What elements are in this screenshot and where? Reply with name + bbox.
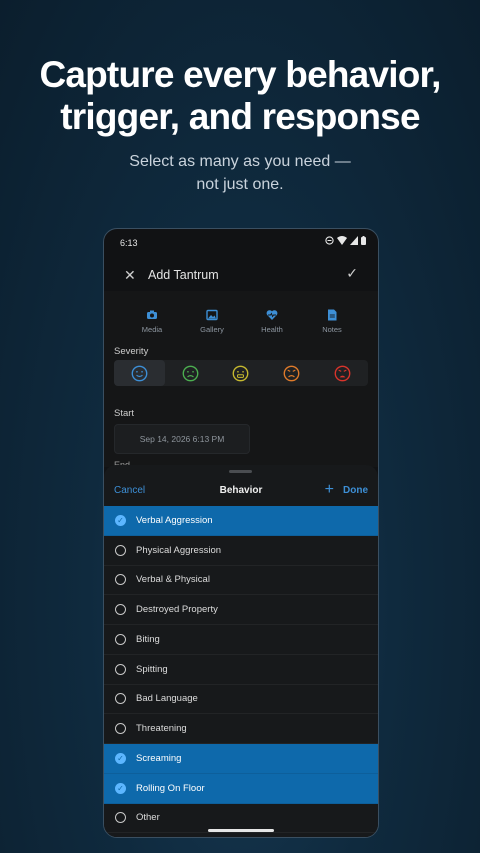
- radio-empty-icon: [115, 663, 126, 675]
- tab-notes[interactable]: Notes: [302, 309, 362, 334]
- behavior-list: ✓ Verbal Aggression Physical Aggression Ver…: [104, 506, 378, 834]
- severity-option-5[interactable]: [317, 360, 368, 386]
- smile-face-icon: [131, 365, 148, 381]
- close-icon[interactable]: ✕: [124, 267, 136, 284]
- behavior-option-label: Verbal & Physical: [136, 574, 210, 586]
- furious-face-icon: [334, 365, 351, 381]
- sheet-drag-handle[interactable]: [229, 470, 252, 473]
- tab-media[interactable]: Media: [122, 309, 182, 334]
- behavior-option-label: Rolling On Floor: [136, 782, 205, 794]
- tab-health-label: Health: [261, 325, 283, 334]
- severity-selector: [114, 360, 368, 386]
- start-label: Start: [114, 408, 135, 419]
- cancel-button[interactable]: Cancel: [114, 485, 145, 496]
- behavior-option-label: Other: [136, 812, 160, 824]
- promo-headline-line2: trigger, and response: [60, 96, 420, 137]
- promo-headline-line1: Capture every behavior,: [39, 54, 441, 95]
- severity-label: Severity: [114, 346, 149, 357]
- behavior-option[interactable]: Spitting: [104, 655, 378, 685]
- frown-face-icon: [182, 365, 199, 381]
- signal-icon: [350, 236, 358, 245]
- radio-empty-icon: [115, 812, 126, 824]
- save-check-icon[interactable]: ✓: [346, 265, 358, 282]
- tab-notes-label: Notes: [322, 325, 342, 334]
- behavior-option-label: Threatening: [136, 723, 187, 735]
- status-icons: [325, 236, 366, 245]
- wifi-icon: [337, 236, 347, 245]
- behavior-option-label: Spitting: [136, 663, 168, 675]
- behavior-option[interactable]: ✓ Screaming: [104, 744, 378, 774]
- behavior-option-label: Destroyed Property: [136, 604, 218, 616]
- grimace-face-icon: [233, 365, 249, 381]
- start-datetime-field[interactable]: Sep 14, 2026 6:13 PM: [114, 424, 250, 454]
- tab-health[interactable]: Health: [242, 309, 302, 334]
- camera-icon: [147, 310, 157, 319]
- status-time: 6:13: [120, 238, 138, 248]
- angry-face-icon: [283, 365, 300, 381]
- tab-gallery[interactable]: Gallery: [182, 309, 242, 334]
- behavior-bottom-sheet: Behavior Cancel + Done ✓ Verbal Aggressio…: [104, 465, 378, 837]
- severity-option-4[interactable]: [266, 360, 317, 386]
- notes-icon: [328, 309, 337, 321]
- tab-gallery-label: Gallery: [200, 325, 224, 334]
- radio-empty-icon: [115, 633, 126, 645]
- behavior-option[interactable]: Biting: [104, 625, 378, 655]
- behavior-option-label: Bad Language: [136, 693, 198, 705]
- attachment-tabs: Media Gallery Health Notes: [122, 309, 362, 334]
- behavior-option-label: Biting: [136, 633, 160, 645]
- gallery-icon: [206, 309, 218, 321]
- severity-option-1[interactable]: [114, 360, 165, 386]
- promo-sub-line1: Select as many as you need —: [129, 153, 351, 170]
- sheet-header: Behavior Cancel + Done: [104, 481, 378, 505]
- severity-option-2[interactable]: [165, 360, 216, 386]
- tab-media-label: Media: [141, 325, 163, 334]
- checked-circle-icon: ✓: [115, 514, 126, 526]
- status-bar: 6:13: [104, 229, 378, 255]
- checked-circle-icon: ✓: [115, 752, 126, 764]
- behavior-option[interactable]: Destroyed Property: [104, 595, 378, 625]
- behavior-option[interactable]: Verbal & Physical: [104, 566, 378, 596]
- radio-empty-icon: [115, 574, 126, 586]
- radio-empty-icon: [115, 693, 126, 705]
- dnd-icon: [325, 236, 334, 245]
- promo-sub-line2: not just one.: [196, 176, 284, 193]
- phone-frame: 6:13 ✕ Add Tantrum ✓ Media Gallery Healt…: [103, 228, 379, 838]
- app-bar: ✕ Add Tantrum ✓: [104, 259, 378, 291]
- radio-empty-icon: [115, 723, 126, 735]
- behavior-option[interactable]: Bad Language: [104, 685, 378, 715]
- promo-headline: Capture every behavior, trigger, and res…: [0, 54, 480, 138]
- screen-title: Add Tantrum: [148, 268, 219, 282]
- severity-option-3[interactable]: [216, 360, 267, 386]
- radio-empty-icon: [115, 604, 126, 616]
- add-behavior-icon[interactable]: +: [325, 481, 334, 499]
- behavior-option-label: Physical Aggression: [136, 544, 222, 556]
- behavior-option[interactable]: ✓ Rolling On Floor: [104, 773, 378, 804]
- battery-icon: [361, 236, 366, 245]
- behavior-option[interactable]: ✓ Verbal Aggression: [104, 506, 378, 536]
- radio-empty-icon: [115, 544, 126, 556]
- behavior-option-label: Verbal Aggression: [136, 514, 213, 526]
- behavior-option[interactable]: Physical Aggression: [104, 536, 378, 566]
- home-indicator: [208, 829, 274, 832]
- heart-icon: [266, 310, 278, 320]
- checked-circle-icon: ✓: [115, 782, 126, 794]
- promo-subheadline: Select as many as you need — not just on…: [0, 150, 480, 196]
- done-button[interactable]: Done: [343, 485, 368, 496]
- behavior-option-label: Screaming: [136, 752, 182, 764]
- behavior-option[interactable]: Threatening: [104, 714, 378, 744]
